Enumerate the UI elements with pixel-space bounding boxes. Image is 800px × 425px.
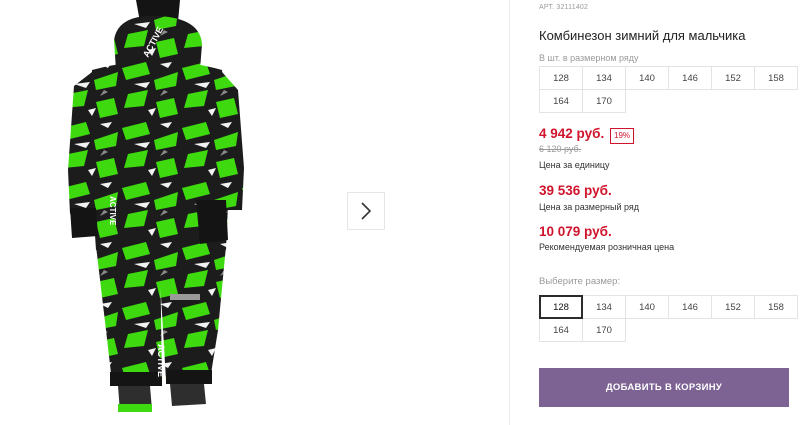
- size-picker: 128 134 140 146 152 158 164 170: [539, 295, 798, 342]
- unit-price-caption: Цена за единицу: [539, 160, 610, 170]
- size-row-cell: 134: [582, 66, 626, 90]
- size-option[interactable]: 152: [711, 295, 755, 319]
- discount-badge: 19%: [610, 128, 635, 144]
- product-title: Комбинезон зимний для мальчика: [539, 28, 746, 43]
- size-option-selected[interactable]: 128: [539, 295, 583, 319]
- size-option[interactable]: 164: [539, 318, 583, 342]
- product-gallery: ACTIVE ACTIVE ACTIVE: [0, 0, 510, 425]
- size-row-cell: 158: [754, 66, 798, 90]
- article-number: АРТ. 32111402: [539, 4, 589, 11]
- size-row-cell: 164: [539, 89, 583, 113]
- size-row-hint: В шт. в размерном ряду: [539, 53, 639, 63]
- unit-price: 4 942 руб.: [539, 126, 605, 141]
- retail-price: 10 079 руб.: [539, 224, 612, 239]
- size-picker-label: Выберите размер:: [539, 276, 621, 287]
- divider: [509, 0, 510, 425]
- retail-price-caption: Рекомендуемая розничная цена: [539, 242, 675, 252]
- add-to-cart-button[interactable]: ДОБАВИТЬ В КОРЗИНУ: [539, 368, 789, 407]
- garment-print-text: ACTIVE: [108, 196, 117, 226]
- size-row-cell: 140: [625, 66, 669, 90]
- size-option[interactable]: 158: [754, 295, 798, 319]
- gallery-next-button[interactable]: [347, 192, 385, 230]
- size-row-cell: 152: [711, 66, 755, 90]
- old-price: 6 120 руб.: [539, 144, 582, 154]
- size-row-cell: 128: [539, 66, 583, 90]
- chevron-right-icon: [361, 202, 372, 220]
- product-photo-illustration: ACTIVE ACTIVE ACTIVE: [68, 0, 244, 412]
- size-row-cell: 146: [668, 66, 712, 90]
- garment-print-text: ACTIVE: [156, 344, 166, 377]
- size-row-cell: 170: [582, 89, 626, 113]
- size-option[interactable]: 134: [582, 295, 626, 319]
- size-option[interactable]: 140: [625, 295, 669, 319]
- size-row-grid: 128 134 140 146 152 158 164 170: [539, 66, 798, 113]
- row-price: 39 536 руб.: [539, 183, 612, 198]
- size-option[interactable]: 146: [668, 295, 712, 319]
- product-photo[interactable]: ACTIVE ACTIVE ACTIVE: [0, 0, 322, 425]
- row-price-caption: Цена за размерный ряд: [539, 202, 640, 212]
- size-option[interactable]: 170: [582, 318, 626, 342]
